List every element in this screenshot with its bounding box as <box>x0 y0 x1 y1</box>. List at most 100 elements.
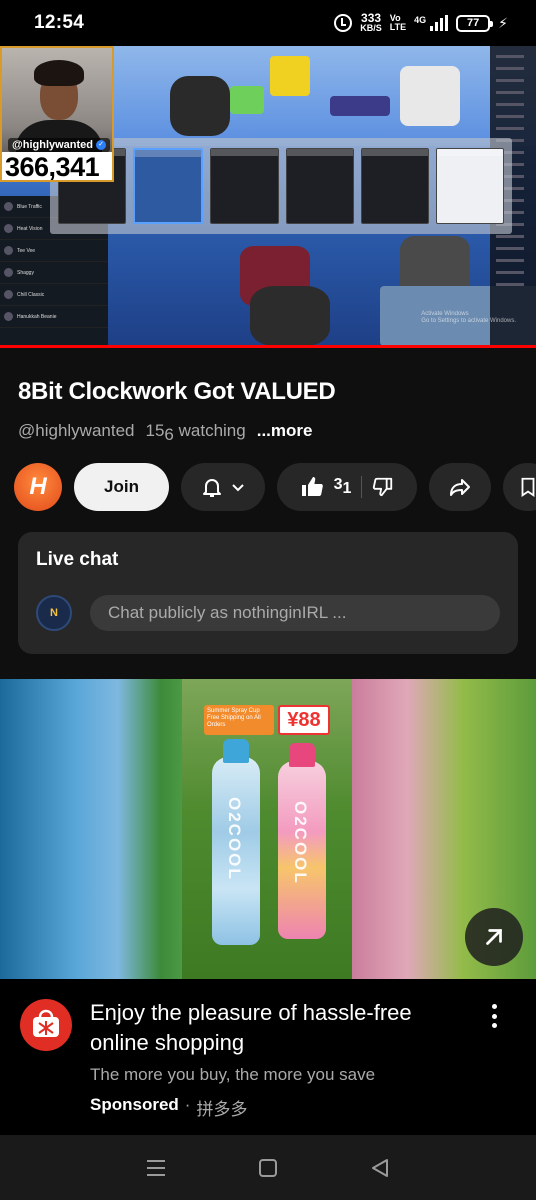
webcam-handle-text: @highlywanted <box>12 139 94 151</box>
watching-label: watching <box>173 421 246 440</box>
video-player[interactable]: Blue Traffic Heat Vision Tee Vee Shaggy … <box>0 46 536 347</box>
ad-price: ¥88 <box>278 705 330 735</box>
advertiser-logo[interactable] <box>20 999 72 1051</box>
alarm-icon <box>334 14 353 32</box>
leaderboard-name: Chill Classic <box>17 291 45 298</box>
signal-icon <box>430 15 449 31</box>
channel-avatar[interactable]: H <box>14 463 62 511</box>
thumbs-down-icon[interactable] <box>372 476 394 498</box>
leaderboard-row: Hanukkah Beanie <box>0 306 108 328</box>
network-type: 4G <box>414 15 427 25</box>
bottle-brand: O2COOL <box>291 801 310 885</box>
external-link-icon <box>486 929 502 945</box>
notification-button[interactable] <box>181 463 265 511</box>
speed-value: 333 <box>361 11 382 25</box>
live-chat-title: Live chat <box>36 549 119 570</box>
user-avatar: N <box>36 595 72 631</box>
recents-button[interactable] <box>136 1148 176 1188</box>
game-character <box>170 76 230 136</box>
chevron-down-icon <box>232 484 244 492</box>
advertiser-name: 拼多多 <box>196 1100 248 1119</box>
leaderboard-name: Heat Vision <box>17 225 43 232</box>
leaderboard-row: Chill Classic <box>0 284 108 306</box>
like-count-sub: 1 <box>342 480 352 497</box>
share-button[interactable] <box>429 463 491 511</box>
sponsored-label: Sponsored <box>90 1095 179 1114</box>
status-icons: 333 KB/S Vo LTE 4G 77 ⚡ <box>334 11 508 33</box>
game-sign <box>270 56 310 96</box>
like-count: 31 <box>334 476 352 498</box>
back-icon <box>372 1158 388 1177</box>
home-button[interactable] <box>248 1148 288 1188</box>
charging-icon: ⚡ <box>498 14 508 31</box>
save-icon <box>521 477 535 497</box>
leaderboard-name: Tee Vee <box>17 247 36 254</box>
battery-level: 77 <box>467 17 480 29</box>
battery-icon: 77 <box>456 14 494 32</box>
window-thumb <box>133 148 204 224</box>
task-switcher-overlay <box>50 138 512 234</box>
live-chat-panel[interactable]: Live chat N <box>18 532 518 654</box>
open-ad-button[interactable] <box>465 908 523 966</box>
progress-fill <box>0 345 536 348</box>
ad-promo-banner: Summer Spray Cup Free Shipping on All Or… <box>204 705 274 735</box>
window-thumb <box>210 148 279 224</box>
video-progress-bar[interactable] <box>0 345 536 348</box>
leaderboard-row: Shaggy <box>0 262 108 284</box>
leaderboard-name: Hanukkah Beanie <box>17 313 57 320</box>
game-nametag <box>330 96 390 116</box>
like-divider <box>361 476 363 498</box>
pink-bottle: O2COOL <box>278 743 326 939</box>
bell-icon <box>203 479 221 497</box>
system-nav-bar <box>0 1135 536 1200</box>
afk-sign <box>230 86 264 114</box>
subscriber-count: 366,341 <box>2 152 112 180</box>
streamer-webcam: @highlywanted ✓ 366,341 <box>0 46 114 182</box>
ad-info[interactable]: Enjoy the pleasure of hassle-free online… <box>0 979 536 1135</box>
action-row: H Join 31 <box>14 463 536 511</box>
watching-count: 156 watching <box>146 421 246 445</box>
ad-product-image: Summer Spray Cup Free Shipping on All Or… <box>182 679 352 979</box>
speed-unit: KB/S <box>360 23 382 33</box>
webcam-handle: @highlywanted ✓ <box>8 138 111 152</box>
more-vert-icon[interactable] <box>484 1001 504 1031</box>
ad-sponsor-line: Sponsored · 拼多多 <box>90 1095 247 1120</box>
more-link[interactable]: ...more <box>257 421 313 441</box>
window-thumb <box>285 148 354 224</box>
bottle-brand: O2COOL <box>225 797 244 881</box>
window-thumb <box>435 148 505 224</box>
recents-icon <box>147 1159 165 1176</box>
game-dragon <box>250 286 330 346</box>
network-speed: 333 KB/S <box>360 11 382 33</box>
ad-title[interactable]: Enjoy the pleasure of hassle-free online… <box>90 998 470 1058</box>
volte-bottom: LTE <box>389 22 407 32</box>
channel-handle[interactable]: @highlywanted <box>18 421 135 441</box>
leaderboard-name: Shaggy <box>17 269 34 276</box>
video-title[interactable]: 8Bit Clockwork Got VALUED <box>18 378 336 406</box>
like-count-main: 3 <box>333 476 343 493</box>
window-thumb <box>360 148 429 224</box>
sponsor-separator: · <box>184 1095 191 1114</box>
activate-line1: Activate Windows <box>421 311 469 317</box>
save-button[interactable] <box>503 463 536 511</box>
verified-icon: ✓ <box>96 140 107 150</box>
blue-bottle: O2COOL <box>212 739 260 945</box>
home-icon <box>259 1158 277 1177</box>
volte-indicator: Vo LTE <box>390 14 406 32</box>
pinduoduo-logo-icon <box>33 1009 59 1037</box>
join-button[interactable]: Join <box>74 463 169 511</box>
back-button[interactable] <box>360 1148 400 1188</box>
thumbs-up-icon[interactable] <box>300 475 324 499</box>
video-meta: @highlywanted 156 watching ...more <box>18 421 312 445</box>
watching-count-sub: 6 <box>164 425 174 444</box>
chat-input[interactable] <box>90 595 500 631</box>
like-dislike-group: 31 <box>277 463 417 511</box>
game-object <box>400 66 460 126</box>
activate-line2: Go to Settings to activate Windows. <box>421 318 516 324</box>
status-time: 12:54 <box>34 12 85 33</box>
watching-count-main: 15 <box>145 421 165 440</box>
share-icon <box>450 479 470 496</box>
ad-media[interactable]: Summer Spray Cup Free Shipping on All Or… <box>0 679 536 979</box>
status-bar: 12:54 333 KB/S Vo LTE 4G 77 ⚡ <box>0 0 536 46</box>
activate-windows-watermark: Activate Windows Go to Settings to activ… <box>421 311 516 325</box>
